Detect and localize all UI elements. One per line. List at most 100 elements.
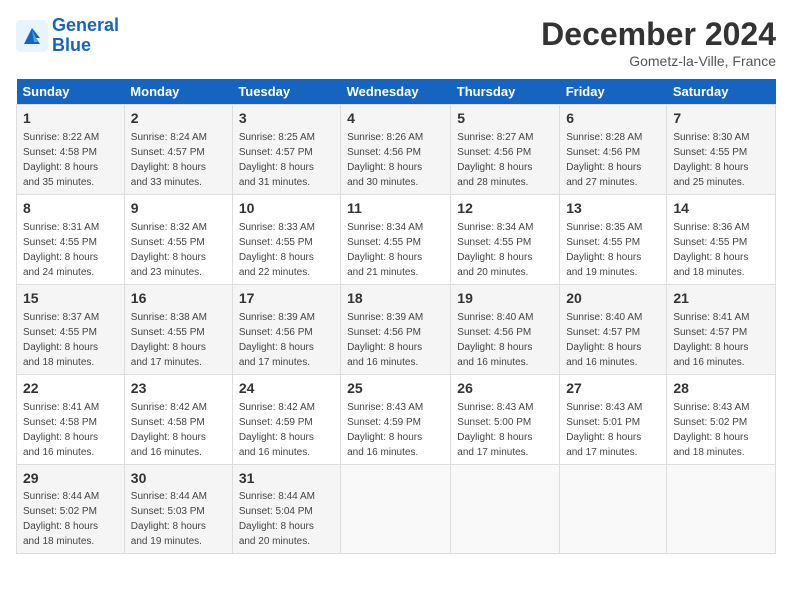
calendar-cell <box>560 464 667 554</box>
title-area: December 2024 Gometz-la-Ville, France <box>541 16 776 69</box>
day-info: Sunrise: 8:36 AM Sunset: 4:55 PM Dayligh… <box>673 222 749 278</box>
day-info: Sunrise: 8:44 AM Sunset: 5:02 PM Dayligh… <box>23 491 99 547</box>
calendar-cell: 2 Sunrise: 8:24 AM Sunset: 4:57 PM Daylig… <box>124 105 232 195</box>
day-info: Sunrise: 8:22 AM Sunset: 4:58 PM Dayligh… <box>23 132 99 188</box>
day-number: 1 <box>23 109 118 128</box>
day-header-tuesday: Tuesday <box>232 79 340 105</box>
day-info: Sunrise: 8:42 AM Sunset: 4:58 PM Dayligh… <box>131 402 207 458</box>
calendar-cell: 25 Sunrise: 8:43 AM Sunset: 4:59 PM Dayli… <box>341 374 451 464</box>
logo-icon <box>16 20 48 52</box>
calendar-cell: 6 Sunrise: 8:28 AM Sunset: 4:56 PM Daylig… <box>560 105 667 195</box>
day-info: Sunrise: 8:32 AM Sunset: 4:55 PM Dayligh… <box>131 222 207 278</box>
day-number: 17 <box>239 289 334 308</box>
day-info: Sunrise: 8:39 AM Sunset: 4:56 PM Dayligh… <box>347 312 423 368</box>
day-header-saturday: Saturday <box>667 79 776 105</box>
day-info: Sunrise: 8:34 AM Sunset: 4:55 PM Dayligh… <box>457 222 533 278</box>
day-info: Sunrise: 8:34 AM Sunset: 4:55 PM Dayligh… <box>347 222 423 278</box>
day-number: 18 <box>347 289 444 308</box>
day-number: 31 <box>239 469 334 488</box>
day-number: 15 <box>23 289 118 308</box>
calendar-cell: 13Sunrise: 8:35 AM Sunset: 4:55 PM Dayli… <box>560 194 667 284</box>
day-number: 19 <box>457 289 553 308</box>
day-number: 27 <box>566 379 660 398</box>
day-number: 12 <box>457 199 553 218</box>
calendar-cell: 7 Sunrise: 8:30 AM Sunset: 4:55 PM Daylig… <box>667 105 776 195</box>
day-info: Sunrise: 8:38 AM Sunset: 4:55 PM Dayligh… <box>131 312 207 368</box>
day-info: Sunrise: 8:43 AM Sunset: 5:00 PM Dayligh… <box>457 402 533 458</box>
week-row-2: 8Sunrise: 8:31 AM Sunset: 4:55 PM Daylig… <box>17 194 776 284</box>
day-info: Sunrise: 8:41 AM Sunset: 4:57 PM Dayligh… <box>673 312 749 368</box>
day-number: 7 <box>673 109 769 128</box>
day-number: 22 <box>23 379 118 398</box>
week-row-3: 15 Sunrise: 8:37 AM Sunset: 4:55 PM Dayli… <box>17 284 776 374</box>
month-title: December 2024 <box>541 16 776 53</box>
day-header-friday: Friday <box>560 79 667 105</box>
day-header-monday: Monday <box>124 79 232 105</box>
day-info: Sunrise: 8:42 AM Sunset: 4:59 PM Dayligh… <box>239 402 315 458</box>
calendar-cell: 8Sunrise: 8:31 AM Sunset: 4:55 PM Daylig… <box>17 194 125 284</box>
day-number: 3 <box>239 109 334 128</box>
calendar-cell: 18 Sunrise: 8:39 AM Sunset: 4:56 PM Dayli… <box>341 284 451 374</box>
week-row-1: 1 Sunrise: 8:22 AM Sunset: 4:58 PM Daylig… <box>17 105 776 195</box>
logo-line1: General <box>52 15 119 35</box>
day-header-thursday: Thursday <box>451 79 560 105</box>
calendar-cell: 30 Sunrise: 8:44 AM Sunset: 5:03 PM Dayli… <box>124 464 232 554</box>
calendar-cell: 3 Sunrise: 8:25 AM Sunset: 4:57 PM Daylig… <box>232 105 340 195</box>
calendar-cell: 24 Sunrise: 8:42 AM Sunset: 4:59 PM Dayli… <box>232 374 340 464</box>
day-info: Sunrise: 8:39 AM Sunset: 4:56 PM Dayligh… <box>239 312 315 368</box>
calendar-cell: 11Sunrise: 8:34 AM Sunset: 4:55 PM Dayli… <box>341 194 451 284</box>
day-number: 21 <box>673 289 769 308</box>
calendar-cell: 27Sunrise: 8:43 AM Sunset: 5:01 PM Dayli… <box>560 374 667 464</box>
day-number: 5 <box>457 109 553 128</box>
day-number: 30 <box>131 469 226 488</box>
day-info: Sunrise: 8:28 AM Sunset: 4:56 PM Dayligh… <box>566 132 642 188</box>
location: Gometz-la-Ville, France <box>541 53 776 69</box>
day-number: 10 <box>239 199 334 218</box>
day-number: 28 <box>673 379 769 398</box>
day-number: 26 <box>457 379 553 398</box>
day-info: Sunrise: 8:31 AM Sunset: 4:55 PM Dayligh… <box>23 222 99 278</box>
day-info: Sunrise: 8:40 AM Sunset: 4:56 PM Dayligh… <box>457 312 533 368</box>
day-info: Sunrise: 8:43 AM Sunset: 4:59 PM Dayligh… <box>347 402 423 458</box>
calendar-cell: 10 Sunrise: 8:33 AM Sunset: 4:55 PM Dayli… <box>232 194 340 284</box>
day-info: Sunrise: 8:24 AM Sunset: 4:57 PM Dayligh… <box>131 132 207 188</box>
calendar-cell: 22 Sunrise: 8:41 AM Sunset: 4:58 PM Dayli… <box>17 374 125 464</box>
day-info: Sunrise: 8:26 AM Sunset: 4:56 PM Dayligh… <box>347 132 423 188</box>
day-info: Sunrise: 8:25 AM Sunset: 4:57 PM Dayligh… <box>239 132 315 188</box>
calendar-cell: 4Sunrise: 8:26 AM Sunset: 4:56 PM Daylig… <box>341 105 451 195</box>
logo: General Blue <box>16 16 119 56</box>
day-info: Sunrise: 8:44 AM Sunset: 5:03 PM Dayligh… <box>131 491 207 547</box>
calendar-cell: 1 Sunrise: 8:22 AM Sunset: 4:58 PM Daylig… <box>17 105 125 195</box>
calendar-cell <box>667 464 776 554</box>
logo-text: General Blue <box>52 16 119 56</box>
day-number: 24 <box>239 379 334 398</box>
day-number: 23 <box>131 379 226 398</box>
day-info: Sunrise: 8:33 AM Sunset: 4:55 PM Dayligh… <box>239 222 315 278</box>
day-info: Sunrise: 8:30 AM Sunset: 4:55 PM Dayligh… <box>673 132 749 188</box>
day-info: Sunrise: 8:37 AM Sunset: 4:55 PM Dayligh… <box>23 312 99 368</box>
calendar-cell: 17 Sunrise: 8:39 AM Sunset: 4:56 PM Dayli… <box>232 284 340 374</box>
day-number: 16 <box>131 289 226 308</box>
day-header-sunday: Sunday <box>17 79 125 105</box>
calendar-cell: 14 Sunrise: 8:36 AM Sunset: 4:55 PM Dayli… <box>667 194 776 284</box>
day-number: 25 <box>347 379 444 398</box>
day-header-wednesday: Wednesday <box>341 79 451 105</box>
day-number: 29 <box>23 469 118 488</box>
calendar-cell: 5 Sunrise: 8:27 AM Sunset: 4:56 PM Daylig… <box>451 105 560 195</box>
day-info: Sunrise: 8:40 AM Sunset: 4:57 PM Dayligh… <box>566 312 642 368</box>
calendar-cell: 20Sunrise: 8:40 AM Sunset: 4:57 PM Dayli… <box>560 284 667 374</box>
day-number: 6 <box>566 109 660 128</box>
day-info: Sunrise: 8:27 AM Sunset: 4:56 PM Dayligh… <box>457 132 533 188</box>
calendar-cell: 16 Sunrise: 8:38 AM Sunset: 4:55 PM Dayli… <box>124 284 232 374</box>
day-number: 14 <box>673 199 769 218</box>
calendar-table: SundayMondayTuesdayWednesdayThursdayFrid… <box>16 79 776 554</box>
calendar-cell: 31 Sunrise: 8:44 AM Sunset: 5:04 PM Dayli… <box>232 464 340 554</box>
calendar-cell: 28Sunrise: 8:43 AM Sunset: 5:02 PM Dayli… <box>667 374 776 464</box>
calendar-cell: 9Sunrise: 8:32 AM Sunset: 4:55 PM Daylig… <box>124 194 232 284</box>
day-number: 13 <box>566 199 660 218</box>
calendar-cell <box>341 464 451 554</box>
day-info: Sunrise: 8:41 AM Sunset: 4:58 PM Dayligh… <box>23 402 99 458</box>
week-row-4: 22 Sunrise: 8:41 AM Sunset: 4:58 PM Dayli… <box>17 374 776 464</box>
day-info: Sunrise: 8:44 AM Sunset: 5:04 PM Dayligh… <box>239 491 315 547</box>
day-number: 2 <box>131 109 226 128</box>
